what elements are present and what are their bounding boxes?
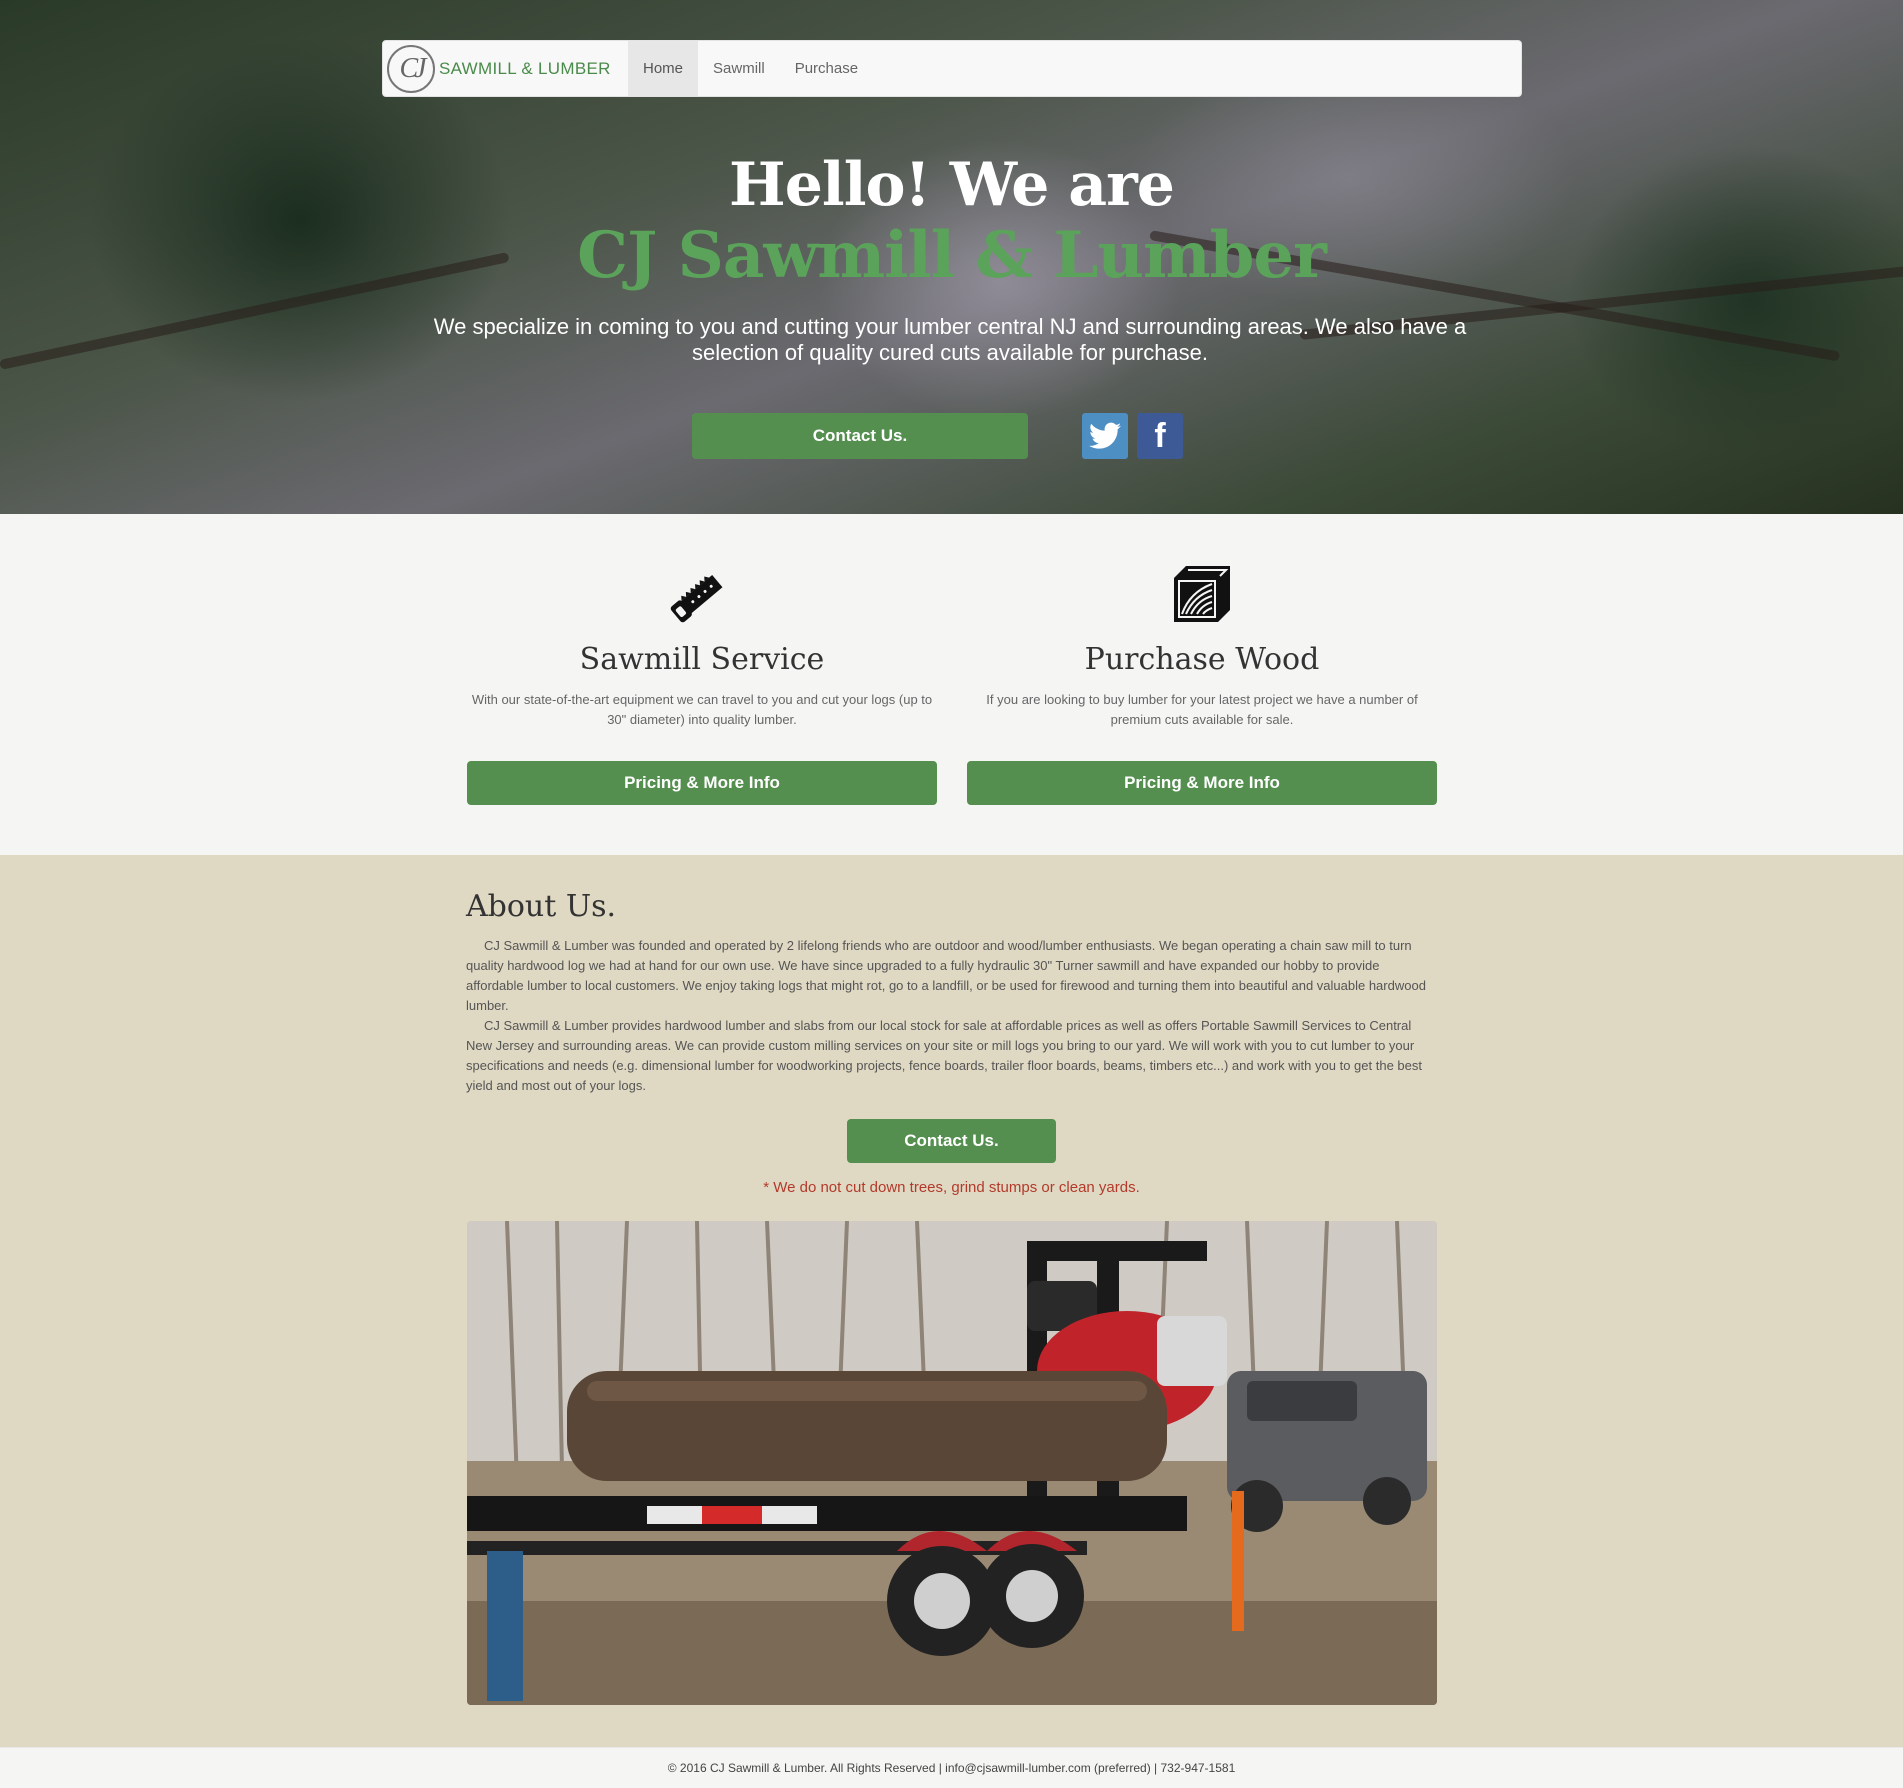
nav-item-purchase[interactable]: Purchase: [780, 41, 873, 96]
about-text: CJ Sawmill & Lumber was founded and oper…: [466, 936, 1436, 1096]
hero-contact-button[interactable]: Contact Us.: [692, 413, 1028, 459]
facebook-button[interactable]: f: [1137, 413, 1183, 459]
service-title: Purchase Wood: [1084, 642, 1320, 677]
twitter-icon: [1089, 422, 1121, 449]
navbar: CJ SAWMILL & LUMBER Home Sawmill Purchas…: [382, 40, 1522, 97]
purchase-pricing-button[interactable]: Pricing & More Info: [967, 761, 1437, 805]
brand-text: SAWMILL & LUMBER: [439, 59, 611, 78]
nav-item-home[interactable]: Home: [628, 41, 699, 96]
service-description: If you are looking to buy lumber for you…: [986, 692, 1418, 727]
about-paragraph: CJ Sawmill & Lumber was founded and oper…: [466, 938, 1426, 1013]
service-description: With our state-of-the-art equipment we c…: [471, 692, 933, 727]
hero-title-line1: Hello! We are: [729, 150, 1175, 220]
hero-subtitle: We specialize in coming to you and cutti…: [433, 314, 1467, 365]
service-title: Sawmill Service: [579, 642, 825, 677]
twitter-button[interactable]: [1082, 413, 1128, 459]
footer-text: © 2016 CJ Sawmill & Lumber. All Rights R…: [667, 1761, 1236, 1775]
wood-block-icon: [1174, 566, 1230, 622]
nav-item-sawmill[interactable]: Sawmill: [698, 41, 780, 96]
footer: © 2016 CJ Sawmill & Lumber. All Rights R…: [0, 1747, 1903, 1788]
nav-menu: Home Sawmill Purchase: [628, 41, 873, 96]
hero-banner: CJ SAWMILL & LUMBER Home Sawmill Purchas…: [0, 0, 1903, 514]
about-contact-button[interactable]: Contact Us.: [847, 1119, 1056, 1163]
about-title: About Us.: [466, 889, 617, 924]
brand-logo[interactable]: CJ SAWMILL & LUMBER: [387, 44, 611, 94]
sawmill-pricing-button[interactable]: Pricing & More Info: [467, 761, 937, 805]
handsaw-icon: [670, 575, 723, 623]
cj-logo-icon: CJ: [387, 45, 435, 93]
about-section: About Us. CJ Sawmill & Lumber was founde…: [0, 855, 1903, 1747]
services-section: Sawmill Service With our state-of-the-ar…: [0, 514, 1903, 855]
facebook-icon: f: [1154, 416, 1166, 455]
about-disclaimer: * We do not cut down trees, grind stumps…: [763, 1179, 1140, 1196]
about-paragraph: CJ Sawmill & Lumber provides hardwood lu…: [466, 1018, 1422, 1093]
hero-title-line2: CJ Sawmill & Lumber: [577, 218, 1327, 293]
sawmill-photo: [467, 1221, 1437, 1705]
sawmill-photo-illustration: [467, 1221, 1437, 1705]
